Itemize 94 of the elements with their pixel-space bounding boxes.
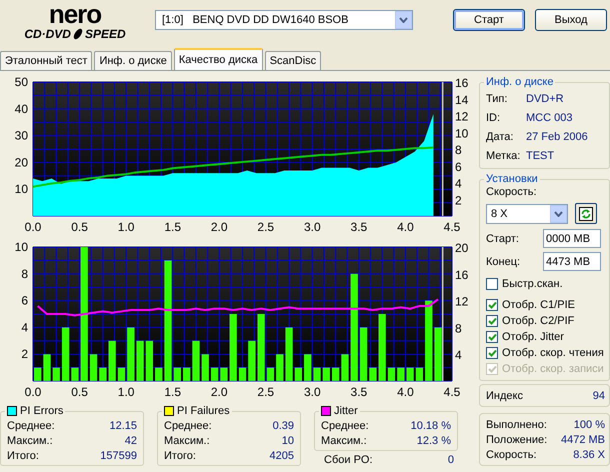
axis-label: 10	[455, 126, 468, 140]
axis-label: 10	[14, 182, 28, 196]
axis-label: 16	[455, 268, 468, 282]
logo-text: nero	[48, 2, 102, 27]
info-label: ID:	[486, 112, 502, 124]
stat-label: Среднее:	[321, 420, 369, 432]
axis-label: 2.0	[210, 385, 228, 399]
axis-label: 3.0	[304, 385, 321, 399]
info-label: Метка:	[486, 150, 522, 162]
axis-label: 8	[21, 266, 28, 281]
axis-label: 4.0	[397, 220, 414, 234]
info-label: Дата:	[486, 130, 514, 142]
group-title: Установки	[486, 173, 538, 185]
index-value: 94	[592, 390, 605, 402]
progress-value: 8.36 X	[573, 448, 605, 460]
progress-label: Выполнено:	[486, 418, 547, 430]
axis-label: 2	[455, 193, 462, 208]
axis-label: 4.5	[444, 220, 460, 234]
stat-value: 10	[282, 434, 294, 446]
stat-label: Максим.:	[164, 434, 210, 446]
stat-value: 0.39	[272, 420, 294, 432]
checkbox-label: Отобр. скор. записи	[502, 363, 604, 375]
checkbox-label: Быстр.скан.	[502, 278, 563, 290]
info-value: TEST	[526, 150, 554, 162]
stat-label: Среднее:	[164, 420, 212, 432]
axis-label: 2.5	[257, 385, 274, 399]
axis-label: 1.0	[118, 385, 134, 399]
axis-label: 1.0	[118, 220, 134, 234]
group-title: PI Failures	[177, 405, 230, 417]
axis-label: 2	[21, 347, 28, 362]
axis-label: 16	[455, 76, 468, 90]
axis-label: 4.5	[444, 385, 460, 399]
axis-label: 40	[14, 102, 28, 116]
axis-label: 4	[455, 176, 462, 190]
axis-label: 4	[455, 348, 462, 362]
progress-value: 100 %	[574, 418, 605, 430]
progress-label: Скорость:	[486, 448, 537, 460]
index-label: Индекс	[486, 390, 523, 402]
axis-label: 30	[14, 128, 28, 143]
axis-label: 1.5	[164, 220, 181, 234]
stat-value: 157599	[100, 450, 137, 462]
field-label: Скорость:	[486, 186, 538, 200]
stat-value: 12.3 %	[416, 434, 451, 446]
axis-label: 6	[21, 294, 28, 308]
axis-label: 0.0	[24, 220, 42, 234]
axis-label: 12	[455, 294, 468, 309]
stat-label: Сбои PO:	[324, 454, 373, 466]
axis-label: 8	[455, 143, 462, 157]
stat-value: 42	[124, 434, 137, 446]
axis-label: 0.0	[24, 385, 42, 399]
axis-label: 3.0	[304, 220, 321, 234]
info-value: MCC 003	[526, 112, 572, 124]
stat-value: 0	[448, 454, 454, 466]
logo-text: CD·DVD	[24, 27, 71, 41]
group-title: PI Errors	[20, 405, 64, 417]
progress-label: Положение:	[486, 434, 548, 446]
stat-label: Максим.:	[7, 434, 53, 446]
axis-label: 3.5	[350, 385, 368, 399]
info-label: Тип:	[486, 92, 508, 104]
axis-label: 12	[455, 110, 468, 124]
axis-label: 10	[14, 240, 28, 254]
group-title: Инф. о диске	[486, 76, 554, 88]
stat-label: Максим.:	[321, 434, 367, 446]
checkbox-label: Отобр. C2/PIF	[502, 315, 574, 327]
axis-label: 14	[455, 92, 468, 107]
progress-value: 4472 MB	[560, 434, 605, 446]
axis-label: 4.0	[397, 385, 414, 399]
stat-value: 4205	[270, 450, 294, 462]
stat-value: 10.18 %	[410, 420, 451, 432]
axis-label: 2.5	[257, 220, 274, 234]
axis-label: 20	[14, 155, 28, 170]
checkbox-label: Отобр. C1/PIE	[502, 299, 575, 311]
info-value: 27 Feb 2006	[526, 130, 588, 142]
axis-label: 8	[455, 321, 462, 336]
axis-label: 20	[455, 241, 468, 255]
stat-label: Итого:	[164, 450, 196, 462]
axis-label: 0.5	[71, 385, 88, 399]
axis-label: 1.5	[164, 385, 181, 399]
checkbox-label: Отобр. скор. чтения	[502, 347, 604, 359]
logo-text: SPEED	[84, 27, 126, 41]
stat-label: Среднее:	[7, 420, 55, 432]
group-title: Jitter	[334, 405, 358, 417]
info-value: DVD+R	[526, 92, 564, 104]
stat-label: Итого:	[7, 450, 39, 462]
axis-label: 3.5	[350, 220, 368, 234]
axis-label: 0.5	[71, 220, 88, 234]
field-label: Конец:	[486, 256, 520, 268]
stat-value: 12.15	[109, 420, 137, 432]
checkbox-label: Отобр. Jitter	[502, 331, 564, 343]
axis-label: 50	[14, 75, 28, 89]
axis-label: 6	[455, 160, 462, 174]
field-label: Старт:	[486, 232, 519, 244]
axis-label: 2.0	[210, 220, 228, 234]
axis-label: 4	[21, 320, 28, 334]
